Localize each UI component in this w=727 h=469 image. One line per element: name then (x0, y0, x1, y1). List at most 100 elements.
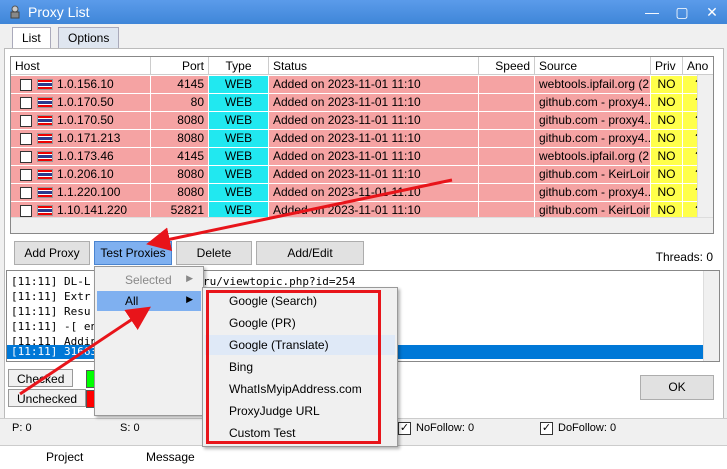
grid-horizontal-scrollbar[interactable] (11, 217, 713, 233)
table-row[interactable]: 1.0.170.50 80 WEB Added on 2023-11-01 11:10… (11, 94, 713, 112)
menu-item-all-label: All (125, 294, 139, 308)
close-button[interactable]: ✕ (697, 0, 727, 24)
priv-cell: NO (651, 94, 683, 111)
maximize-button[interactable]: ▢ (667, 0, 697, 24)
speed-cell (479, 184, 535, 201)
chevron-right-icon: ▶ (186, 273, 193, 283)
minimize-button[interactable]: — (637, 0, 667, 24)
column-header-ano[interactable]: Ano (683, 57, 713, 75)
status-cell: Added on 2023-11-01 11:10 (269, 166, 479, 183)
status-cell: Added on 2023-11-01 11:10 (269, 94, 479, 111)
column-header-source[interactable]: Source (535, 57, 651, 75)
port-cell: 8080 (151, 184, 209, 201)
source-cell: webtools.ipfail.org (2... (535, 148, 651, 165)
row-checkbox[interactable] (20, 151, 32, 163)
status-cell: Added on 2023-11-01 11:10 (269, 76, 479, 93)
port-cell: 4145 (151, 76, 209, 93)
status-p: P: 0 (12, 422, 32, 434)
column-header-port[interactable]: Port (151, 57, 209, 75)
type-cell: WEB (209, 148, 269, 165)
message-column-header[interactable]: Message (146, 450, 195, 464)
column-header-speed[interactable]: Speed (479, 57, 535, 75)
host-cell: 1.0.206.10 (11, 166, 151, 183)
port-cell: 8080 (151, 112, 209, 129)
menu-item-selected-label: Selected (125, 273, 172, 287)
speed-cell (479, 112, 535, 129)
test-proxies-menu: Selected ▶ All ▶ (94, 266, 204, 416)
menu-item-all[interactable]: All ▶ (97, 291, 201, 311)
source-cell: github.com - proxy4... (535, 112, 651, 129)
country-flag-icon (37, 97, 53, 108)
table-row[interactable]: 1.0.171.213 8080 WEB Added on 2023-11-01 11… (11, 130, 713, 148)
column-header-host[interactable]: Host (11, 57, 151, 75)
source-cell: github.com - proxy4... (535, 130, 651, 147)
chevron-right-icon: ▶ (186, 294, 193, 304)
table-row[interactable]: 1.0.170.50 8080 WEB Added on 2023-11-01 11:… (11, 112, 713, 130)
log-line: [11:11] Resu (11, 305, 91, 318)
country-flag-icon (37, 187, 53, 198)
ok-button[interactable]: OK (640, 375, 714, 400)
source-cell: github.com - proxy4... (535, 184, 651, 201)
port-cell: 8080 (151, 130, 209, 147)
speed-cell (479, 130, 535, 147)
table-row[interactable]: 1.0.206.10 8080 WEB Added on 2023-11-01 11:… (11, 166, 713, 184)
priv-cell: NO (651, 112, 683, 129)
table-row[interactable]: 1.0.173.46 4145 WEB Added on 2023-11-01 11:… (11, 148, 713, 166)
table-row[interactable]: 1.0.156.10 4145 WEB Added on 2023-11-01 11:… (11, 76, 713, 94)
country-flag-icon (37, 133, 53, 144)
table-row[interactable]: 1.1.220.100 8080 WEB Added on 2023-11-01 11… (11, 184, 713, 202)
priv-cell: NO (651, 130, 683, 147)
speed-cell (479, 76, 535, 93)
menu-item-selected[interactable]: Selected ▶ (97, 270, 201, 290)
priv-cell: NO (651, 148, 683, 165)
row-checkbox[interactable] (20, 97, 32, 109)
type-cell: WEB (209, 130, 269, 147)
port-cell: 4145 (151, 148, 209, 165)
speed-cell (479, 94, 535, 111)
nofollow-label: NoFollow: 0 (416, 422, 475, 434)
project-column-header[interactable]: Project (46, 450, 83, 464)
add-edit-proxysites-button[interactable]: Add/Edit ProxySites (256, 241, 364, 282)
tab-options[interactable]: Options (58, 27, 120, 49)
priv-cell: NO (651, 166, 683, 183)
type-cell: WEB (209, 112, 269, 129)
status-cell: Added on 2023-11-01 11:10 (269, 148, 479, 165)
grid-header: Host Port Type Status Speed Source Priv … (11, 57, 713, 75)
nofollow-checkbox[interactable]: ✓ (398, 422, 411, 435)
row-checkbox[interactable] (20, 187, 32, 199)
title-bar: Proxy List — ▢ ✕ (0, 0, 727, 24)
type-cell: WEB (209, 166, 269, 183)
log-line: [11:11] Extr (11, 290, 91, 303)
column-header-type[interactable]: Type (209, 57, 269, 75)
status-cell: Added on 2023-11-01 11:10 (269, 130, 479, 147)
app-icon (10, 5, 20, 19)
port-cell: 8080 (151, 166, 209, 183)
row-checkbox[interactable] (20, 79, 32, 91)
grid-vertical-scrollbar[interactable] (697, 75, 713, 217)
row-checkbox[interactable] (20, 169, 32, 181)
host-cell: 1.1.220.100 (11, 184, 151, 201)
add-proxy-button[interactable]: Add Proxy (14, 241, 90, 265)
dofollow-label: DoFollow: 0 (558, 422, 617, 434)
log-scrollbar[interactable] (703, 271, 719, 361)
dofollow-checkbox[interactable]: ✓ (540, 422, 553, 435)
source-cell: github.com - KeirLoir... (535, 166, 651, 183)
bottom-table-header: Project Message (0, 445, 727, 469)
row-checkbox[interactable] (20, 115, 32, 127)
test-proxies-button[interactable]: Test Proxies (94, 241, 172, 265)
column-header-priv[interactable]: Priv (651, 57, 683, 75)
row-checkbox[interactable] (20, 133, 32, 145)
delete-button[interactable]: Delete (176, 241, 252, 265)
row-checkbox[interactable] (20, 205, 32, 217)
port-cell: 80 (151, 94, 209, 111)
window-title: Proxy List (28, 4, 90, 20)
type-cell: WEB (209, 184, 269, 201)
priv-cell: NO (651, 184, 683, 201)
source-cell: github.com - proxy4... (535, 94, 651, 111)
threads-label: Threads: 0 (655, 250, 713, 264)
host-cell: 1.0.170.50 (11, 94, 151, 111)
tab-list[interactable]: List (12, 27, 51, 49)
checked-label: Checked (8, 369, 74, 387)
column-header-status[interactable]: Status (269, 57, 479, 75)
host-cell: 1.0.173.46 (11, 148, 151, 165)
